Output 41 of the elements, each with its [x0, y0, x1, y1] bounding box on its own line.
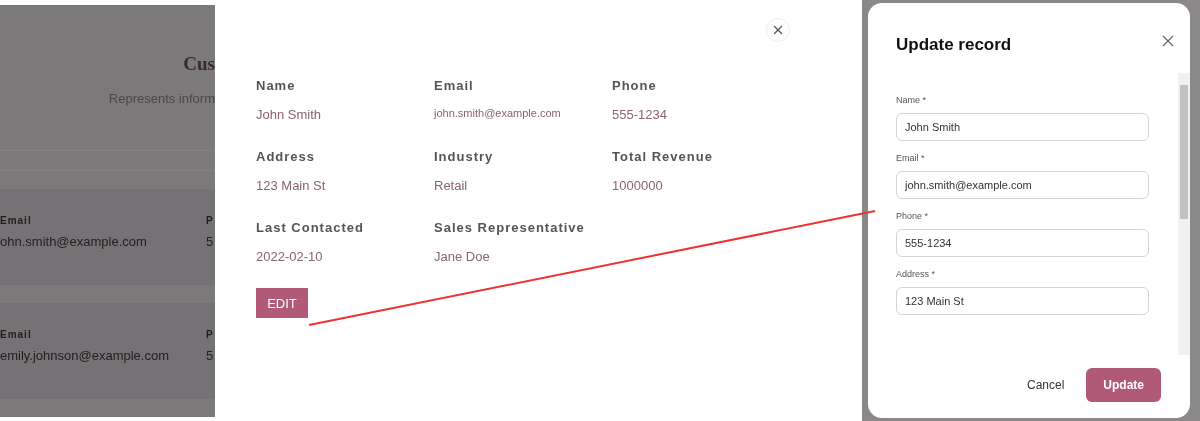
field-label: Phone * — [896, 211, 930, 221]
field-label: Sales Representative — [434, 220, 586, 235]
input-field[interactable]: john.smith@example.com — [896, 171, 1149, 199]
field-value: 555-1234 — [612, 107, 668, 122]
edit-button[interactable]: EDIT — [256, 288, 308, 318]
scrollbar[interactable] — [1178, 73, 1190, 355]
dialog-title: Update record — [896, 35, 1012, 55]
field-label: Email * — [896, 153, 926, 163]
field-value: Retail — [434, 178, 469, 193]
field-value: 123 Main St — [256, 178, 327, 193]
field-label: Name * — [896, 95, 927, 105]
field-label: Total Revenue — [612, 149, 714, 164]
close-icon — [1162, 35, 1174, 47]
cancel-button[interactable]: Cancel — [1026, 368, 1065, 402]
close-icon — [773, 25, 783, 35]
field-value: 2022-02-10 — [256, 249, 324, 264]
field-value: John Smith — [256, 107, 323, 122]
field-value: 1000000 — [612, 178, 664, 193]
field-label: Email — [434, 78, 475, 93]
field-label: P — [206, 215, 215, 226]
field-label: P — [206, 329, 215, 340]
field-label: Email — [0, 329, 33, 340]
field-label: Industry — [434, 149, 495, 164]
input-field[interactable]: John Smith — [896, 113, 1149, 141]
field-value: ohn.smith@example.com — [0, 234, 148, 249]
close-button[interactable] — [1162, 35, 1174, 47]
field-value: emily.johnson@example.com — [0, 348, 171, 363]
field-label: Email — [0, 215, 33, 226]
input-field[interactable]: 123 Main St — [896, 287, 1149, 315]
field-label: Phone — [612, 78, 658, 93]
page-title: Cus — [182, 52, 215, 75]
field-label: Address — [256, 149, 317, 164]
update-button[interactable]: Update — [1086, 368, 1161, 402]
field-value: 5 — [206, 234, 215, 249]
field-value: john.smith@example.com — [434, 107, 562, 119]
field-label: Name — [256, 78, 297, 93]
field-value: Jane Doe — [434, 249, 491, 264]
field-label: Last Contacted — [256, 220, 365, 235]
field-label: Address * — [896, 269, 937, 279]
field-value: 5 — [206, 348, 215, 363]
input-field[interactable]: 555-1234 — [896, 229, 1149, 257]
